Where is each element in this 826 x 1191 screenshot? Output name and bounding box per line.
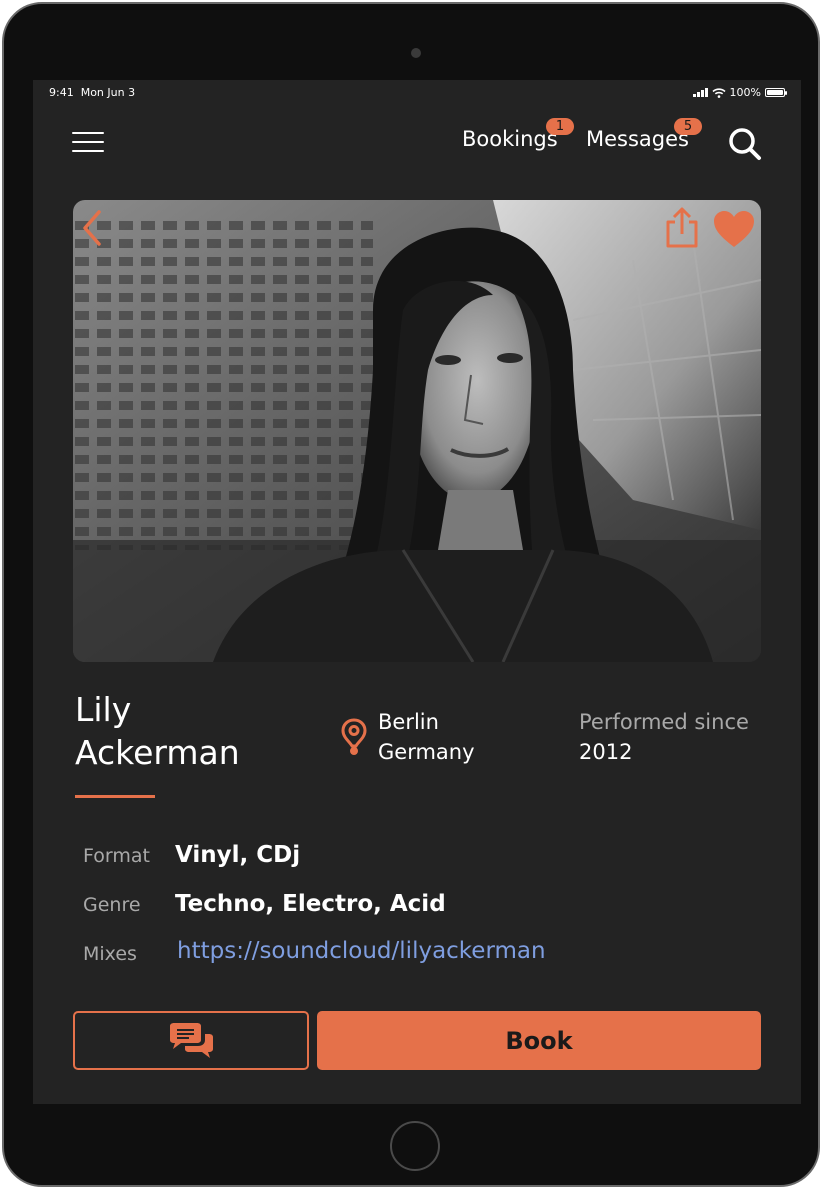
status-time: 9:41 — [49, 86, 74, 99]
artist-location: Berlin Germany — [378, 707, 475, 767]
location-city: Berlin — [378, 710, 439, 734]
front-camera — [411, 48, 421, 58]
hamburger-menu-icon[interactable] — [72, 132, 104, 152]
book-button[interactable]: Book — [317, 1011, 761, 1070]
wifi-icon — [712, 87, 726, 98]
name-underline-divider — [75, 795, 155, 798]
message-artist-button[interactable] — [73, 1011, 309, 1070]
bookings-count-badge: 1 — [546, 118, 574, 135]
artist-last-name: Ackerman — [75, 733, 240, 772]
tablet-frame: 9:41 Mon Jun 3 100% Bookings 1 Messages … — [2, 2, 820, 1187]
status-bar-time: 9:41 Mon Jun 3 — [49, 86, 135, 99]
format-label: Format — [83, 845, 150, 867]
performed-since: Performed since 2012 — [579, 707, 749, 767]
format-value: Vinyl, CDj — [175, 842, 301, 868]
performed-since-label: Performed since — [579, 710, 749, 734]
app-screen: 9:41 Mon Jun 3 100% Bookings 1 Messages … — [33, 80, 801, 1104]
mixes-link[interactable]: https://soundcloud/lilyackerman — [177, 938, 546, 964]
artist-first-name: Lily — [75, 690, 132, 729]
battery-percent: 100% — [729, 86, 761, 99]
back-chevron-icon[interactable] — [77, 208, 107, 248]
messages-count-badge: 5 — [674, 118, 702, 135]
share-icon[interactable] — [663, 206, 701, 250]
heart-icon[interactable] — [713, 210, 755, 250]
genre-label: Genre — [83, 894, 141, 916]
status-date: Mon Jun 3 — [80, 86, 136, 99]
nav-bookings[interactable]: Bookings — [462, 127, 558, 151]
artist-name: Lily Ackerman — [75, 688, 315, 774]
artist-photo — [73, 200, 761, 662]
mixes-label: Mixes — [83, 943, 137, 965]
cellular-signal-icon — [692, 88, 708, 97]
home-button[interactable] — [390, 1121, 440, 1171]
location-pin-icon — [341, 718, 367, 756]
status-bar-indicators: 100% — [692, 86, 787, 99]
genre-value: Techno, Electro, Acid — [175, 891, 446, 917]
battery-icon — [765, 88, 787, 97]
search-icon[interactable] — [727, 126, 763, 162]
nav-messages[interactable]: Messages — [586, 127, 689, 151]
performed-since-year: 2012 — [579, 740, 633, 764]
location-country: Germany — [378, 740, 475, 764]
chat-bubbles-icon — [170, 1022, 213, 1058]
